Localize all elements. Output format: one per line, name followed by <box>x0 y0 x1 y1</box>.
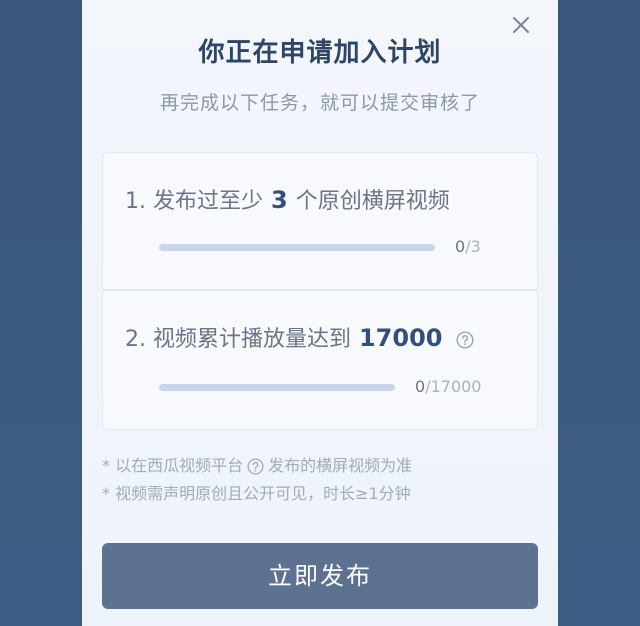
task-2-text: 2. 视频累计播放量达到 17000 <box>125 321 474 353</box>
task-1-suffix: 个原创横屏视频 <box>295 189 450 214</box>
dialog-subtitle: 再完成以下任务，就可以提交审核了 <box>159 92 480 114</box>
task-2-progress-current: 0 <box>415 377 426 396</box>
task-1-progress-bar <box>159 244 435 251</box>
note-line-1: * 以在西瓜视频平台 发布的横屏视频为准 <box>102 452 412 480</box>
task-2-progress-total: /17000 <box>425 377 482 396</box>
task-2-progress-text: 0/17000 <box>415 377 481 396</box>
task-1-progress-current: 0 <box>455 237 466 256</box>
task-1-text: 1. 发布过至少 3 个原创横屏视频 <box>125 183 450 215</box>
task-2-progress-bar <box>159 384 395 391</box>
task-card-1: 1. 发布过至少 3 个原创横屏视频 0/3 <box>102 152 538 290</box>
help-icon[interactable] <box>456 331 474 349</box>
note-1-before: * 以在西瓜视频平台 <box>102 456 244 475</box>
dialog-title: 你正在申请加入计划 <box>198 38 442 68</box>
task-1-progress-text: 0/3 <box>455 237 481 256</box>
platform-help-icon[interactable] <box>247 458 264 475</box>
task-2-number: 17000 <box>358 324 443 352</box>
task-1-progress-total: /3 <box>465 237 481 256</box>
task-1-number: 3 <box>270 186 288 214</box>
publish-button[interactable]: 立即发布 <box>102 543 538 609</box>
note-line-2: * 视频需声明原创且公开可见，时长≥1分钟 <box>102 484 411 503</box>
note-1-after: 发布的横屏视频为准 <box>268 456 413 475</box>
task-card-2: 2. 视频累计播放量达到 17000 0/17000 <box>102 290 538 430</box>
task-1-prefix: 1. 发布过至少 <box>125 189 263 214</box>
join-plan-dialog: 你正在申请加入计划 再完成以下任务，就可以提交审核了 1. 发布过至少 3 个原创横… <box>82 0 558 626</box>
notes: * 以在西瓜视频平台 发布的横屏视频为准 * 视频需声明原创且公开可见，时长≥1… <box>102 452 412 508</box>
task-2-prefix: 2. 视频累计播放量达到 <box>125 327 351 352</box>
